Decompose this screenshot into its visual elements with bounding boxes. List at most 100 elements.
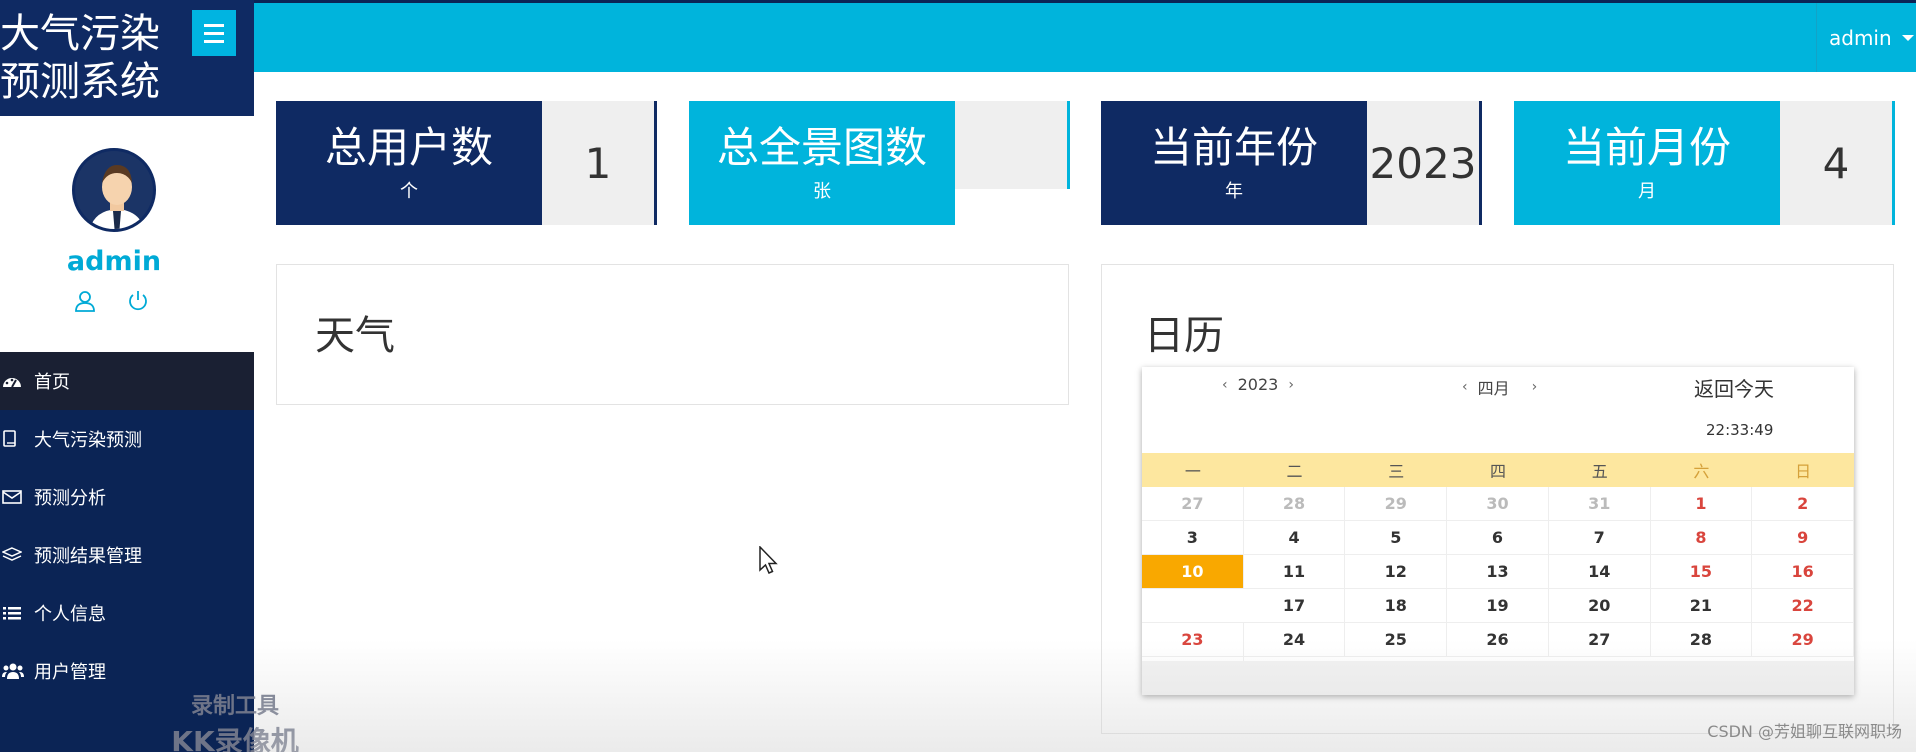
next-month-icon[interactable]: › (1532, 379, 1538, 395)
brand-header: 大气污染预测系统 (0, 0, 254, 116)
csdn-watermark: CSDN @芳姐聊互联网职场 (1707, 722, 1902, 741)
calendar-day[interactable]: 31 (1548, 487, 1651, 521)
stat-unit: 个 (400, 181, 418, 202)
layers-icon (2, 545, 28, 565)
sidebar-item-label: 大气污染预测 (34, 430, 142, 451)
sidebar-item-forecast-analysis[interactable]: 预测分析 (0, 468, 254, 526)
calendar-day (1142, 589, 1244, 623)
stat-title: 当前年份 (1149, 123, 1318, 172)
sidebar-item-pollution-forecast[interactable]: 大气污染预测 (0, 410, 254, 468)
calendar-day[interactable]: 13 (1447, 555, 1549, 589)
calendar-clock: 22:33:49 (1706, 421, 1774, 439)
list-icon (2, 603, 28, 623)
sidebar: 大气污染预测系统 admin 首页 大气污染预测 预测分析 预测结果管理 个人信… (0, 0, 254, 752)
recorder-watermark-line2: KK录像机 (171, 725, 299, 752)
sidebar-item-label: 预测结果管理 (34, 546, 142, 567)
sidebar-item-personal-info[interactable]: 个人信息 (0, 584, 254, 642)
calendar-day[interactable]: 29 (1752, 623, 1854, 657)
calendar-day[interactable]: 6 (1447, 521, 1549, 555)
sidebar-nav: 首页 大气污染预测 预测分析 预测结果管理 个人信息 用户管理 (0, 352, 254, 700)
stat-title: 总全景图数 (716, 123, 927, 172)
calendar-day-today[interactable]: 10 (1142, 555, 1244, 589)
calendar-panel: 日历 ‹ 2023 › ‹ 四月 › 返回今天 22:33:49 一二三四五六日… (1101, 264, 1894, 734)
mouse-cursor-icon (758, 545, 782, 576)
stat-value: 4 (1780, 101, 1892, 225)
user-profile-icon[interactable] (74, 290, 96, 312)
weather-title: 天气 (315, 313, 395, 359)
top-header-bar: admin (254, 0, 1916, 72)
calendar-footer (1142, 661, 1854, 695)
hamburger-icon (204, 23, 224, 27)
sidebar-item-home[interactable]: 首页 (0, 352, 254, 410)
calendar-day[interactable]: 12 (1345, 555, 1448, 589)
calendar-weekday: 日 (1795, 462, 1812, 481)
stat-title: 总用户数 (324, 123, 493, 172)
prev-month-icon[interactable]: ‹ (1462, 379, 1468, 395)
envelope-icon (2, 487, 28, 507)
back-to-today-button[interactable]: 返回今天 (1694, 373, 1774, 402)
sidebar-item-label: 用户管理 (34, 662, 106, 683)
calendar-day[interactable]: 21 (1650, 589, 1753, 623)
calendar-day[interactable]: 24 (1243, 623, 1346, 657)
profile-username: admin (66, 246, 162, 277)
prev-year-icon[interactable]: ‹ (1222, 377, 1228, 393)
calendar-day[interactable]: 14 (1548, 555, 1651, 589)
calendar-day[interactable]: 28 (1243, 487, 1346, 521)
user-dropdown[interactable]: admin (1816, 3, 1916, 72)
calendar-weekday: 六 (1693, 462, 1710, 481)
calendar-title: 日历 (1144, 313, 1224, 359)
calendar-weekday-header: 一二三四五六日 (1142, 453, 1854, 487)
user-dropdown-label: admin (1829, 25, 1892, 50)
avatar (72, 148, 156, 232)
calendar-day[interactable]: 9 (1752, 521, 1854, 555)
recorder-watermark-line1: 录制工具 (190, 694, 279, 719)
calendar-day[interactable]: 11 (1243, 555, 1346, 589)
logout-power-icon[interactable] (127, 290, 149, 312)
calendar-widget: ‹ 2023 › ‹ 四月 › 返回今天 22:33:49 一二三四五六日 27… (1142, 367, 1854, 695)
sidebar-item-label: 个人信息 (34, 604, 106, 625)
calendar-day[interactable]: 4 (1243, 521, 1346, 555)
sidebar-item-label: 预测分析 (34, 488, 106, 509)
calendar-day[interactable]: 23 (1142, 623, 1244, 657)
calendar-weekday: 一 (1184, 462, 1201, 481)
calendar-day[interactable]: 27 (1142, 487, 1244, 521)
calendar-day[interactable]: 26 (1447, 623, 1549, 657)
stat-unit: 张 (813, 181, 831, 202)
calendar-day[interactable]: 15 (1650, 555, 1753, 589)
calendar-weekday: 五 (1591, 462, 1608, 481)
calendar-day[interactable]: 19 (1447, 589, 1549, 623)
caret-down-icon (1901, 34, 1914, 41)
calendar-day[interactable]: 29 (1345, 487, 1448, 521)
next-year-icon[interactable]: › (1288, 377, 1294, 393)
stat-unit: 年 (1225, 181, 1243, 202)
book-icon (2, 429, 28, 449)
calendar-day[interactable]: 30 (1447, 487, 1549, 521)
calendar-day[interactable]: 3 (1142, 521, 1244, 555)
dashboard-icon (2, 371, 28, 391)
calendar-day[interactable]: 22 (1752, 589, 1854, 623)
calendar-day[interactable]: 7 (1548, 521, 1651, 555)
calendar-day[interactable]: 27 (1548, 623, 1651, 657)
calendar-day[interactable]: 16 (1752, 555, 1854, 589)
calendar-day[interactable]: 8 (1650, 521, 1753, 555)
menu-toggle-button[interactable] (192, 10, 236, 56)
calendar-day[interactable]: 17 (1243, 589, 1346, 623)
sidebar-item-result-management[interactable]: 预测结果管理 (0, 526, 254, 584)
calendar-year-selector: ‹ 2023 › (1222, 375, 1294, 394)
app-title: 大气污染预测系统 (0, 11, 160, 105)
calendar-day[interactable]: 28 (1650, 623, 1753, 657)
calendar-month-selector: ‹ 四月 › (1462, 375, 1537, 399)
stat-value: 2023 (1367, 101, 1479, 225)
stat-title: 当前月份 (1562, 123, 1731, 172)
calendar-day[interactable]: 25 (1345, 623, 1448, 657)
calendar-day[interactable]: 2 (1752, 487, 1854, 521)
calendar-day[interactable]: 5 (1345, 521, 1448, 555)
calendar-day[interactable]: 20 (1548, 589, 1651, 623)
weather-panel: 天气 (276, 264, 1069, 405)
calendar-day[interactable]: 1 (1650, 487, 1753, 521)
calendar-weekday: 四 (1489, 462, 1506, 481)
calendar-weekday: 三 (1388, 462, 1405, 481)
sidebar-item-label: 首页 (34, 372, 70, 393)
recorder-watermark: 录制工具 KK录像机 (160, 688, 310, 752)
calendar-day[interactable]: 18 (1345, 589, 1448, 623)
